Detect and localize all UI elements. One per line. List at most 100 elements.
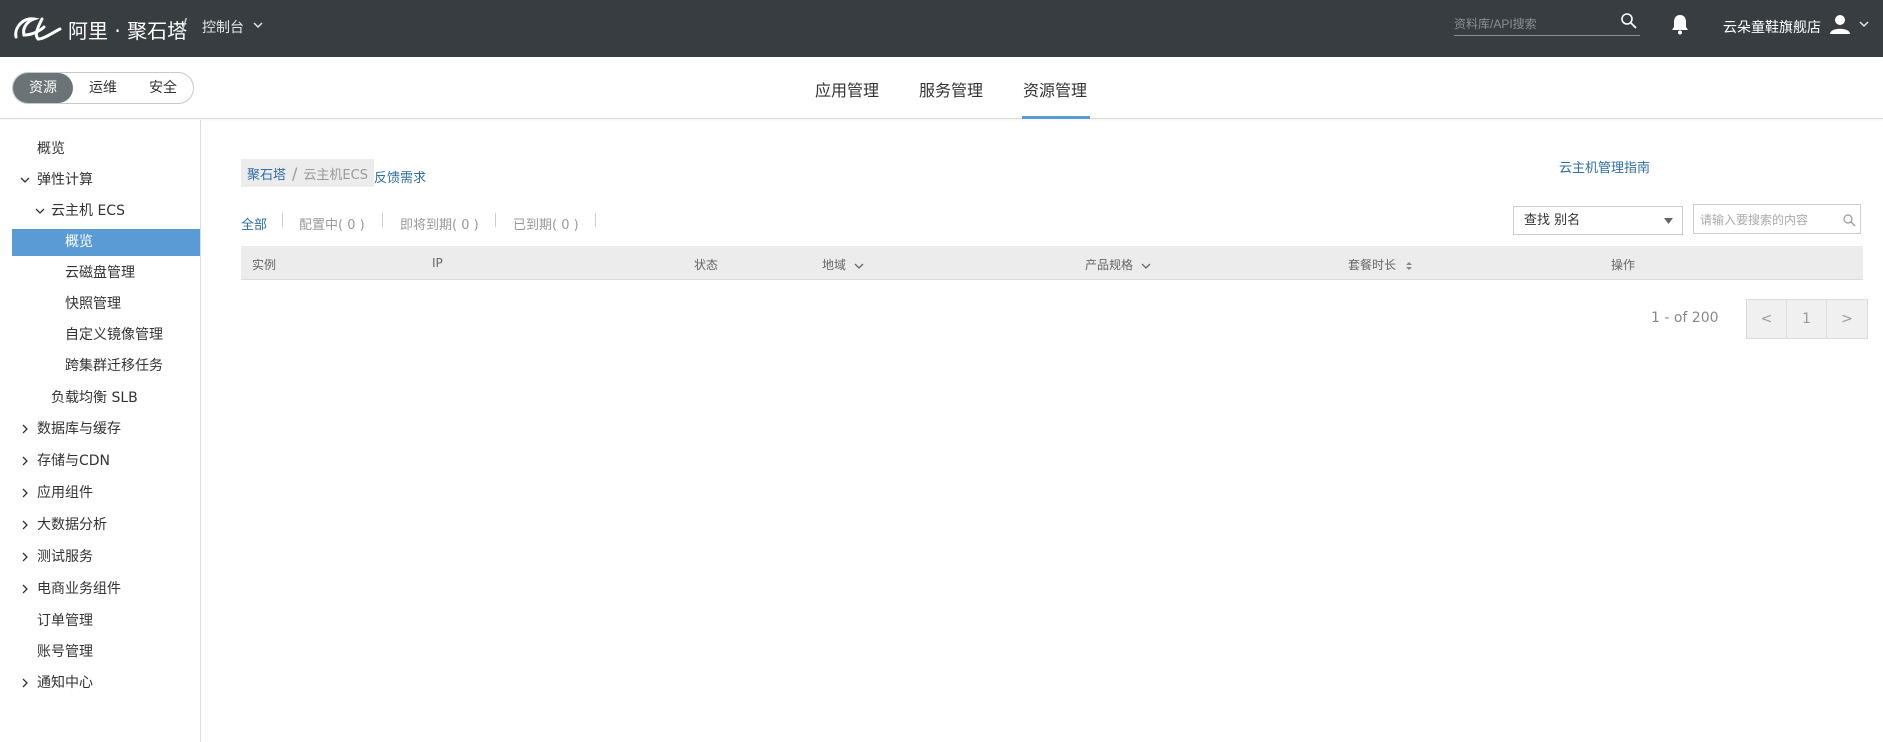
segment-resources[interactable]: 资源	[13, 73, 73, 103]
filter-configuring[interactable]: 配置中( 0 )	[299, 214, 365, 233]
sidebar-item-label: 弹性计算	[37, 172, 93, 188]
column-header-actions: 操作	[1611, 258, 1636, 272]
page-number-button[interactable]: 1	[1787, 300, 1827, 338]
global-search-input[interactable]	[1454, 14, 1614, 34]
chevron-down-icon	[854, 263, 864, 269]
tab-app-management[interactable]: 应用管理	[815, 77, 879, 101]
sidebar-item-storage-cdn[interactable]: 存储与CDN	[12, 448, 200, 475]
chevron-right-icon	[22, 678, 28, 688]
sidebar-item-label: 存储与CDN	[37, 453, 111, 469]
sidebar-item-ecs[interactable]: 云主机 ECS	[12, 198, 200, 225]
sidebar-item-cloud-disk[interactable]: 云磁盘管理	[12, 260, 200, 287]
sidebar-item-testing[interactable]: 测试服务	[12, 544, 200, 571]
chevron-right-icon	[22, 456, 28, 466]
prev-page-button[interactable]: <	[1747, 300, 1787, 338]
sort-icon	[1405, 261, 1412, 270]
column-header-region[interactable]: 地域	[822, 256, 864, 273]
column-header-duration[interactable]: 套餐时长	[1348, 256, 1414, 273]
section-bar: 资源 运维 安全 应用管理 服务管理 资源管理	[0, 57, 1883, 119]
filter-expired[interactable]: 已到期( 0 )	[513, 214, 579, 233]
top-navigation-bar: 阿里 · 聚石塔 / 控制台 云朵童鞋旗舰店	[0, 0, 1883, 57]
filter-divider	[382, 213, 383, 227]
sidebar: 概览 弹性计算 云主机 ECS 概览 云磁盘管理 快照管理 自定义镜像管理 跨集…	[0, 120, 201, 742]
chevron-down-icon	[20, 177, 30, 183]
sidebar-item-ecommerce[interactable]: 电商业务组件	[12, 576, 200, 603]
sidebar-item-label: 云主机 ECS	[51, 203, 125, 219]
sidebar-item-accounts[interactable]: 账号管理	[12, 639, 200, 666]
column-header-label: 地域	[822, 258, 847, 272]
chevron-right-icon	[22, 424, 28, 434]
sidebar-item-label: 账号管理	[37, 644, 93, 660]
chevron-down-icon[interactable]	[253, 20, 263, 30]
feedback-link[interactable]: 反馈需求	[374, 167, 426, 186]
sidebar-item-label: 大数据分析	[37, 517, 107, 533]
sidebar-item-snapshot[interactable]: 快照管理	[12, 291, 200, 318]
sidebar-item-migration[interactable]: 跨集群迁移任务	[12, 353, 200, 380]
column-header-status: 状态	[694, 258, 719, 272]
pagination: < 1 >	[1746, 299, 1868, 339]
caret-down-icon	[1664, 218, 1673, 224]
breadcrumb-current: 云主机ECS	[303, 167, 368, 183]
tab-service-management[interactable]: 服务管理	[919, 77, 983, 101]
ecs-guide-link[interactable]: 云主机管理指南	[1559, 157, 1650, 176]
sidebar-item-custom-image[interactable]: 自定义镜像管理	[12, 322, 200, 349]
filter-divider	[595, 213, 596, 227]
sidebar-item-label: 跨集群迁移任务	[65, 358, 163, 374]
sidebar-item-label: 负载均衡 SLB	[51, 390, 138, 406]
column-header-label: 产品规格	[1085, 258, 1134, 272]
sidebar-item-overview[interactable]: 概览	[12, 136, 200, 163]
sidebar-item-label: 电商业务组件	[37, 581, 121, 597]
sidebar-item-app-components[interactable]: 应用组件	[12, 480, 200, 507]
chevron-right-icon	[22, 520, 28, 530]
filter-expiring[interactable]: 即将到期( 0 )	[400, 214, 479, 233]
global-search	[1454, 12, 1640, 36]
breadcrumb: 聚石塔 / 云主机ECS	[241, 159, 374, 187]
sidebar-item-label: 云磁盘管理	[65, 265, 135, 281]
sidebar-item-big-data[interactable]: 大数据分析	[12, 512, 200, 539]
filter-divider	[282, 213, 283, 227]
next-page-button[interactable]: >	[1827, 300, 1867, 338]
sidebar-item-elastic-compute[interactable]: 弹性计算	[12, 167, 200, 194]
sidebar-item-ecs-overview[interactable]: 概览	[12, 229, 200, 256]
breadcrumb-root-link[interactable]: 聚石塔	[247, 164, 286, 183]
bell-icon[interactable]	[1670, 13, 1690, 35]
chevron-down-icon	[1141, 263, 1151, 269]
filter-divider	[495, 213, 496, 227]
console-menu[interactable]: 控制台	[202, 17, 244, 37]
segment-operations[interactable]: 运维	[73, 73, 133, 103]
chevron-right-icon	[22, 488, 28, 498]
select-value: 查找 别名	[1524, 213, 1581, 228]
search-field-select[interactable]: 查找 别名	[1513, 206, 1683, 235]
column-header-ip: IP	[432, 256, 443, 270]
sidebar-item-label: 自定义镜像管理	[65, 327, 163, 343]
user-icon[interactable]	[1829, 13, 1851, 35]
brand-name[interactable]: 阿里 · 聚石塔	[68, 15, 187, 44]
segment-security[interactable]: 安全	[133, 73, 193, 103]
tab-resource-management[interactable]: 资源管理	[1023, 77, 1087, 101]
search-icon[interactable]	[1620, 12, 1638, 30]
instance-search-input[interactable]	[1700, 210, 1840, 230]
search-icon[interactable]	[1842, 213, 1856, 227]
sidebar-item-notifications[interactable]: 通知中心	[12, 670, 200, 697]
filter-all[interactable]: 全部	[241, 214, 267, 233]
alibaba-logo-icon[interactable]	[12, 13, 64, 43]
sidebar-item-label: 概览	[37, 141, 65, 157]
sidebar-item-label: 通知中心	[37, 675, 93, 691]
breadcrumb-separator: /	[292, 163, 298, 183]
instance-table-header: 实例 IP 状态 地域 产品规格 套餐时长 操作	[241, 246, 1863, 280]
sidebar-item-label: 应用组件	[37, 485, 93, 501]
category-segmented-control: 资源 运维 安全	[12, 72, 194, 104]
sidebar-item-slb[interactable]: 负载均衡 SLB	[12, 385, 200, 412]
sidebar-item-label: 快照管理	[65, 296, 121, 312]
sidebar-item-database[interactable]: 数据库与缓存	[12, 416, 200, 443]
instance-search	[1693, 204, 1861, 234]
sidebar-item-label: 测试服务	[37, 549, 93, 565]
sidebar-item-orders[interactable]: 订单管理	[12, 608, 200, 635]
chevron-down-icon[interactable]	[1859, 19, 1869, 29]
shop-name[interactable]: 云朵童鞋旗舰店	[1723, 17, 1821, 37]
chevron-right-icon	[22, 584, 28, 594]
column-header-spec[interactable]: 产品规格	[1085, 256, 1151, 273]
chevron-down-icon	[35, 208, 45, 214]
active-tab-indicator	[1022, 116, 1090, 119]
pagination-summary: 1 - of 200	[1651, 310, 1719, 326]
